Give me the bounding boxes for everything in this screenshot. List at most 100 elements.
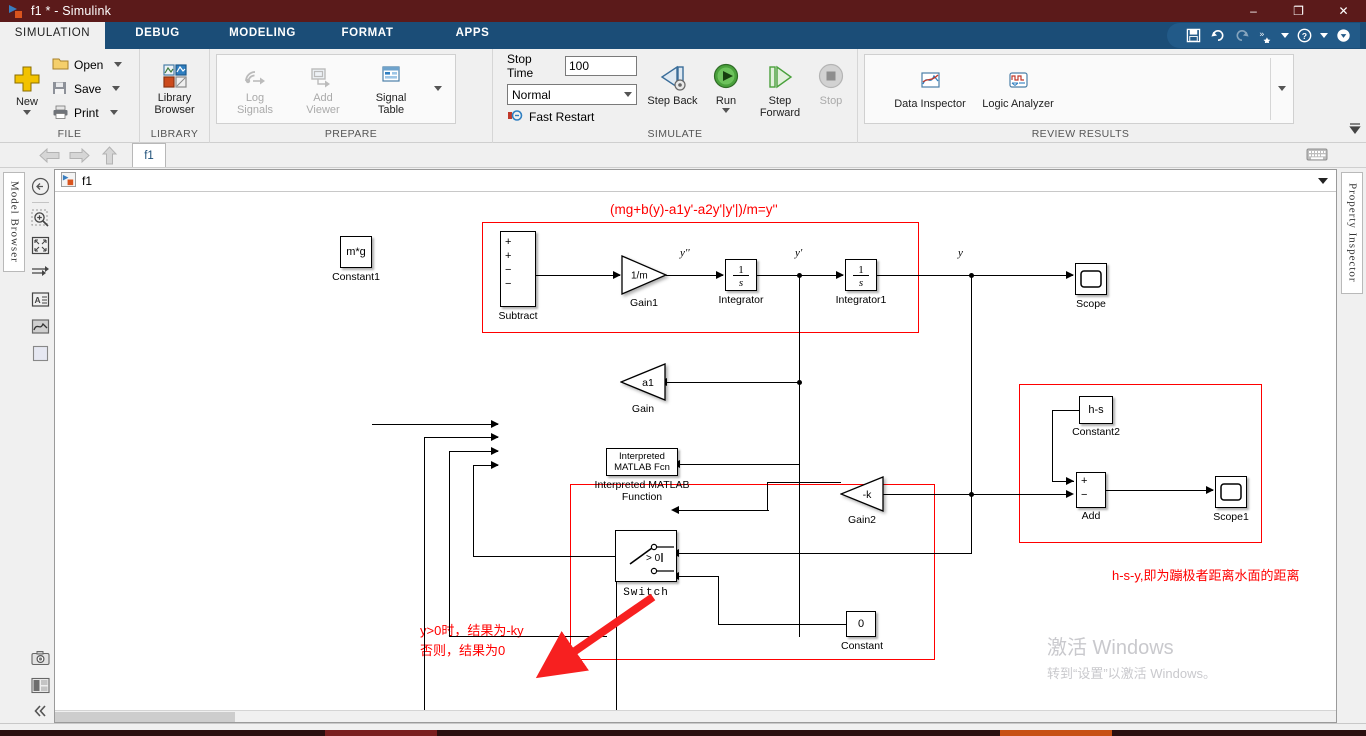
wire-matlabfcn-out (449, 636, 607, 638)
add-viewer-button[interactable]: Add Viewer (295, 62, 351, 116)
step-forward-button[interactable]: Step Forward (752, 61, 808, 119)
close-button[interactable]: ✕ (1321, 0, 1366, 22)
help-icon[interactable]: ? (1296, 27, 1313, 44)
block-constant2[interactable]: h-s (1079, 396, 1113, 424)
customize-caret-icon[interactable] (1281, 33, 1289, 38)
label-interpreted-matlab-function: Interpreted MATLAB Function (594, 479, 690, 503)
left-rail: Model Browser (0, 168, 27, 723)
folder-open-icon (52, 57, 69, 72)
save-caret-icon[interactable] (112, 86, 121, 91)
matlabfcn-text: Interpreted MATLAB Fcn (614, 451, 670, 473)
add-port-sign-2: − (1081, 489, 1088, 501)
save-button[interactable]: Save (52, 77, 122, 101)
tab-apps[interactable]: APPS (420, 22, 525, 49)
nav-back-button[interactable] (34, 144, 64, 166)
maximize-button[interactable]: ❐ (1276, 0, 1321, 22)
customize-icon[interactable]: » (1257, 27, 1274, 44)
data-inspector-button[interactable]: Data Inspector (893, 68, 967, 110)
block-gain[interactable]: a1 (619, 363, 666, 401)
signal-table-label: Signal Table (375, 91, 407, 116)
save-icon[interactable] (1185, 27, 1202, 44)
fast-restart-toggle[interactable]: Fast Restart (507, 109, 637, 125)
block-integrator[interactable]: 1 s (725, 259, 757, 291)
ribbon-group-file: New Open Save Print FILE (0, 49, 140, 143)
step-back-label: Step Back (647, 94, 698, 107)
wire-switch-out-down (615, 581, 617, 722)
signal-label-yd: y' (795, 247, 803, 259)
block-gain1[interactable]: 1/m (621, 255, 668, 295)
arrow-integrator-in (716, 270, 724, 279)
ribbon-collapse-icon[interactable] (1348, 121, 1362, 140)
stop-time-input[interactable] (565, 56, 637, 76)
print-caret-icon[interactable] (109, 110, 118, 115)
block-interpreted-matlab-fcn[interactable]: Interpreted MATLAB Fcn (606, 448, 678, 476)
tab-format[interactable]: FORMAT (315, 22, 420, 49)
back-icon[interactable] (30, 173, 52, 200)
svg-text:1/m: 1/m (631, 271, 648, 282)
property-inspector-tab[interactable]: Property Inspector (1340, 172, 1363, 294)
canvas-hscrollbar[interactable] (55, 710, 1336, 722)
open-button[interactable]: Open (52, 53, 123, 77)
block-gain2[interactable]: -k (839, 476, 884, 512)
block-integrator1[interactable]: 1 s (845, 259, 877, 291)
camera-icon[interactable] (30, 645, 52, 672)
svg-text:s: s (739, 277, 743, 288)
step-back-button[interactable]: Step Back (645, 61, 700, 107)
fit-to-view-icon[interactable] (30, 232, 52, 259)
subtract-port-sign-1: + (505, 236, 512, 248)
scope-preview-icon[interactable] (30, 313, 52, 340)
block-constant1[interactable]: m*g (340, 236, 372, 268)
group-label-library: LIBRARY (150, 128, 199, 140)
signal-trace-icon[interactable] (30, 259, 52, 286)
printer-icon (52, 105, 69, 120)
arrow-add-in2 (1066, 489, 1074, 498)
options-icon[interactable] (1335, 27, 1352, 44)
signal-table-button[interactable]: Signal Table (363, 62, 419, 116)
group-label-prepare: PREPARE (324, 128, 378, 140)
log-signals-button[interactable]: Log Signals (227, 62, 283, 116)
subtract-port-sign-2: + (505, 250, 512, 262)
new-caret-icon[interactable] (23, 110, 31, 115)
block-scope[interactable] (1075, 263, 1107, 295)
block-icon[interactable] (30, 340, 52, 367)
block-constant-zero[interactable]: 0 (846, 611, 876, 637)
tab-modeling[interactable]: MODELING (210, 22, 315, 49)
print-button[interactable]: Print (52, 101, 122, 125)
run-button[interactable]: Run (700, 61, 752, 113)
simulink-canvas[interactable]: (mg+b(y)-a1y'-a2y'|y'|)/m=y'' y>0时，结果为-k… (55, 192, 1336, 722)
arrow-switch-in1 (671, 505, 679, 514)
collapse-icon[interactable] (30, 699, 52, 723)
library-browser-button[interactable]: Library Browser (146, 62, 203, 116)
nav-forward-button[interactable] (64, 144, 94, 166)
nav-up-button[interactable] (94, 144, 124, 166)
logic-analyzer-button[interactable]: Logic Analyzer (981, 68, 1055, 110)
breadcrumb-model-label[interactable]: f1 (82, 174, 92, 188)
minimize-button[interactable]: – (1231, 0, 1276, 22)
junction-gain-branch (796, 379, 802, 385)
layout-icon[interactable] (30, 672, 52, 699)
breadcrumb-dropdown-icon[interactable] (1318, 177, 1328, 184)
new-button[interactable]: New (6, 62, 48, 115)
open-label: Open (74, 57, 104, 72)
label-integrator: Integrator (718, 294, 764, 306)
model-browser-tab[interactable]: Model Browser (2, 172, 25, 272)
tab-simulation[interactable]: SIMULATION (0, 22, 105, 49)
wire-constant2-left (1052, 410, 1080, 412)
prepare-more-caret-icon[interactable] (431, 86, 445, 91)
help-caret-icon[interactable] (1320, 33, 1328, 38)
keyboard-icon[interactable] (1306, 147, 1328, 162)
tab-debug[interactable]: DEBUG (105, 22, 210, 49)
run-caret-icon[interactable] (722, 107, 730, 113)
model-tab-f1[interactable]: f1 (132, 143, 166, 167)
open-caret-icon[interactable] (114, 62, 123, 67)
block-switch[interactable]: > 0 (615, 530, 677, 582)
wire-const0-left (718, 624, 848, 626)
simulation-mode-select[interactable]: Normal (507, 84, 637, 105)
zoom-in-icon[interactable] (30, 205, 52, 232)
review-more-caret-icon[interactable] (1275, 86, 1289, 91)
annotation-icon[interactable]: A (30, 286, 52, 313)
step-forward-label: Step Forward (759, 94, 801, 119)
wire-gain2-out (767, 482, 841, 484)
undo-icon[interactable] (1209, 27, 1226, 44)
block-scope1[interactable] (1215, 476, 1247, 508)
